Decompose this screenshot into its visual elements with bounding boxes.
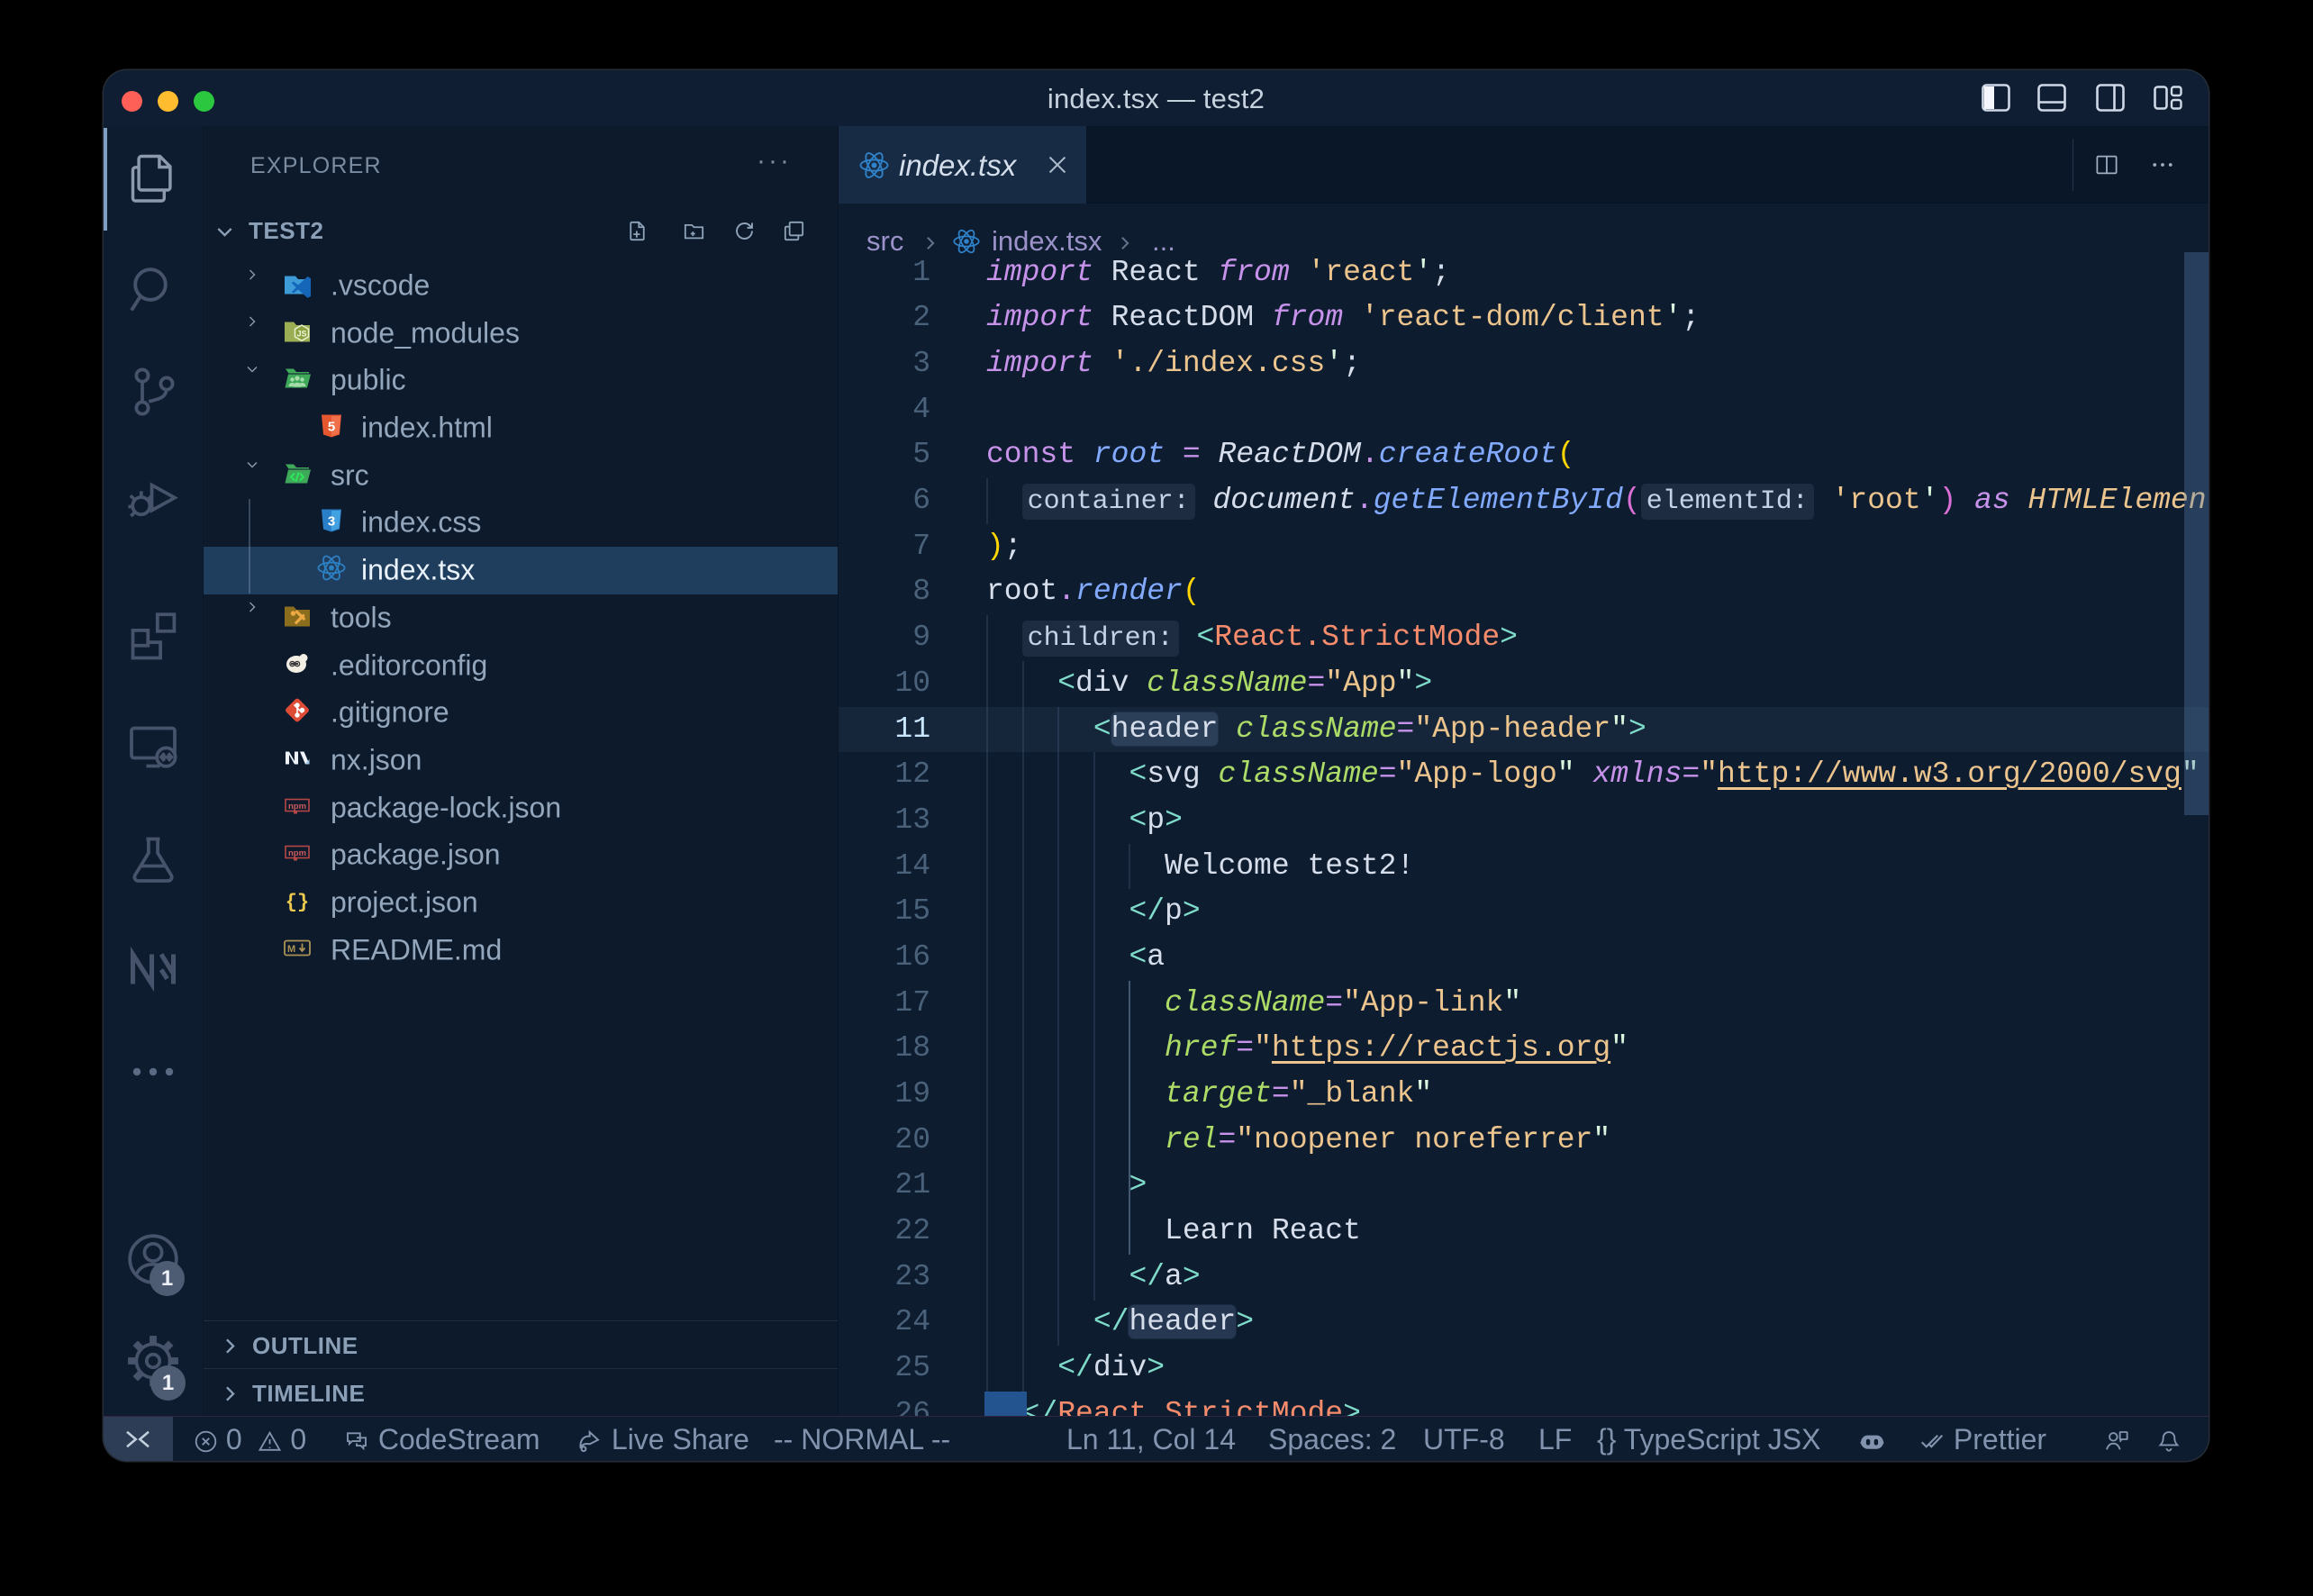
svg-text:5: 5 xyxy=(328,420,335,435)
svg-text:npm: npm xyxy=(288,848,306,858)
svg-text:JS: JS xyxy=(296,329,306,338)
svg-text:3: 3 xyxy=(328,514,335,530)
svg-text:npm: npm xyxy=(288,802,306,812)
svg-text:{}: {} xyxy=(286,892,309,914)
svg-text:M: M xyxy=(287,944,295,955)
